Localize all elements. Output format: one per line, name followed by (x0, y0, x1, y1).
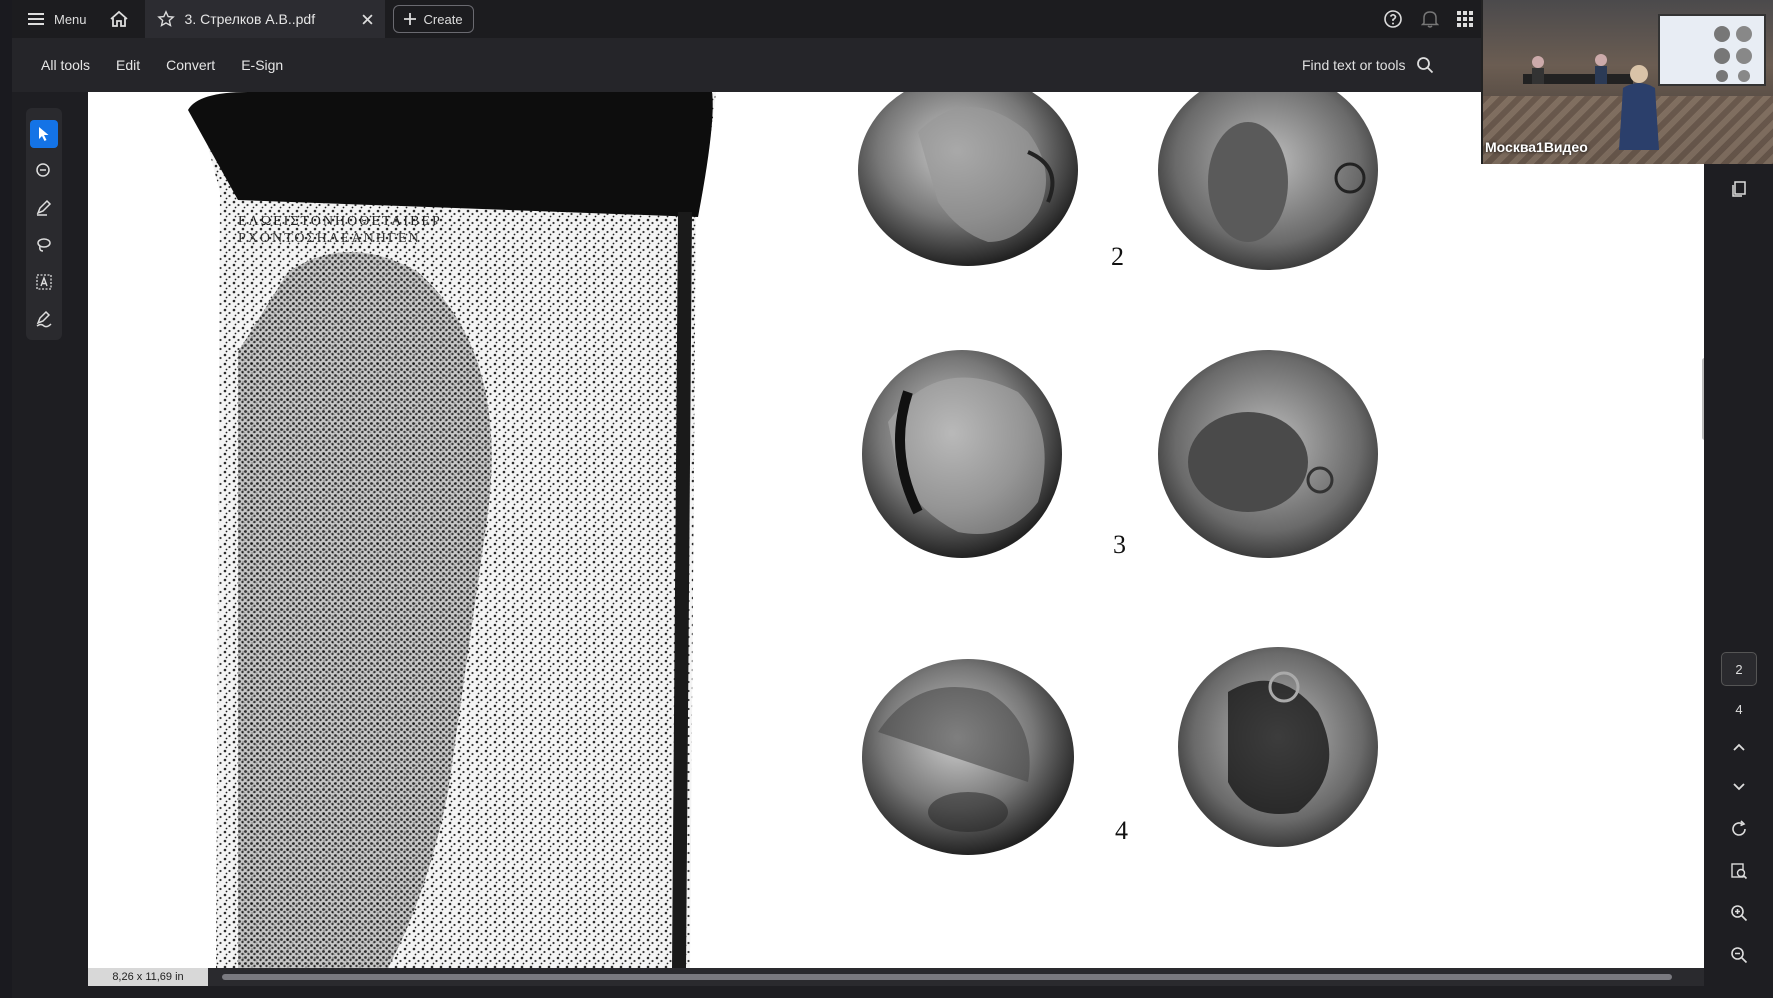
menu-button[interactable]: Menu (28, 0, 87, 38)
coin-obverse-4 (862, 659, 1074, 855)
home-button[interactable] (101, 0, 137, 38)
zoom-out-button[interactable] (1726, 942, 1752, 968)
hamburger-icon (28, 13, 44, 25)
coin-reverse-4 (1178, 647, 1378, 847)
comment-tool-button[interactable] (30, 157, 58, 185)
page-size-indicator: 8,26 x 11,69 in (88, 968, 208, 986)
coin-reverse-2 (1158, 92, 1378, 270)
document-page[interactable]: ΕΛΩΕΙΣΤΟΝΗΟΘΕΤΑΙΒΕΡ ΡΧΟΝΤΟΣΗΛΕΑΝΗΓΕΝ 2 3… (88, 92, 1704, 968)
plus-icon (403, 13, 416, 25)
right-tools-rail: 2 4 (1704, 92, 1773, 986)
edit-menu[interactable]: Edit (103, 57, 153, 73)
next-page-button[interactable] (1726, 774, 1752, 800)
apps-grid-icon[interactable] (1457, 11, 1473, 27)
cursor-icon (39, 127, 49, 141)
draw-tool-button[interactable] (30, 231, 58, 259)
next-page-number[interactable]: 4 (1721, 694, 1757, 724)
pages-button[interactable] (1726, 176, 1752, 202)
figure-number-2: 2 (1111, 242, 1124, 271)
svg-text:ΕΛΩΕΙΣΤΟΝΗΟΘΕΤΑΙΒΕΡ: ΕΛΩΕΙΣΤΟΝΗΟΘΕΤΑΙΒΕΡ (238, 214, 442, 229)
esign-menu[interactable]: E-Sign (228, 57, 296, 73)
create-button[interactable]: Create (392, 5, 474, 33)
bell-icon[interactable] (1421, 9, 1439, 29)
figure-number-3: 3 (1113, 530, 1126, 559)
titlebar-actions (1383, 0, 1473, 38)
lasso-icon (37, 238, 51, 252)
rotate-icon (1732, 820, 1746, 836)
select-tool-button[interactable] (30, 120, 58, 148)
chevron-up-icon (1733, 743, 1745, 751)
all-tools-menu[interactable]: All tools (28, 57, 103, 73)
find-label: Find text or tools (1302, 57, 1406, 73)
pen-icon (36, 199, 52, 216)
zoom-page-icon (1731, 863, 1748, 880)
close-icon[interactable] (362, 13, 373, 25)
zoom-page-button[interactable] (1726, 858, 1752, 884)
search-icon (1416, 57, 1433, 74)
find-text-search[interactable]: Find text or tools (1302, 38, 1434, 92)
convert-menu[interactable]: Convert (153, 57, 228, 73)
text-box-icon (36, 274, 52, 290)
quick-tools-rail (12, 92, 88, 986)
toolbar-menu: All tools Edit Convert E-Sign (28, 57, 296, 73)
horizontal-scrollbar-thumb[interactable] (222, 974, 1672, 980)
zoom-in-icon (1731, 905, 1748, 922)
page-illustration: ΕΛΩΕΙΣΤΟΝΗΟΘΕΤΑΙΒΕΡ ΡΧΟΝΤΟΣΗΛΕΑΝΗΓΕΝ (188, 92, 1378, 968)
zoom-in-button[interactable] (1726, 900, 1752, 926)
create-label: Create (423, 11, 463, 27)
menu-label: Menu (54, 11, 87, 27)
video-caption: Москва1Видео (1485, 139, 1588, 155)
quick-tools-panel (26, 108, 62, 340)
tab-title: 3. Стрелков А.В..pdf (184, 11, 316, 27)
zoom-out-icon (1731, 947, 1748, 964)
previous-page-button[interactable] (1726, 734, 1752, 760)
star-icon[interactable] (156, 10, 175, 28)
sign-tool-button[interactable] (30, 305, 58, 333)
stele-image: ΕΛΩΕΙΣΤΟΝΗΟΘΕΤΑΙΒΕΡ ΡΧΟΝΤΟΣΗΛΕΑΝΗΓΕΝ (188, 92, 716, 968)
svg-text:ΡΧΟΝΤΟΣΗΛΕΑΝΗΓΕΝ: ΡΧΟΝΤΟΣΗΛΕΑΝΗΓΕΝ (238, 231, 421, 246)
comment-icon (36, 163, 50, 177)
coin-obverse-3 (862, 350, 1062, 558)
rotate-button[interactable] (1726, 816, 1752, 842)
coin-obverse-2 (858, 92, 1078, 266)
signature-icon (36, 310, 52, 328)
chevron-down-icon (1733, 783, 1745, 791)
coin-reverse-3 (1158, 350, 1378, 558)
current-page-indicator[interactable]: 2 (1721, 652, 1757, 686)
figure-number-4: 4 (1115, 816, 1128, 845)
help-icon[interactable] (1383, 9, 1403, 29)
document-tab[interactable]: 3. Стрелков А.В..pdf (144, 0, 385, 38)
home-icon (109, 10, 128, 27)
video-feed-overlay: Москва1Видео (1481, 0, 1773, 164)
copy-pages-icon (1732, 181, 1746, 197)
status-bar: 8,26 x 11,69 in (88, 968, 1704, 986)
text-tool-button[interactable] (30, 268, 58, 296)
highlight-tool-button[interactable] (30, 194, 58, 222)
